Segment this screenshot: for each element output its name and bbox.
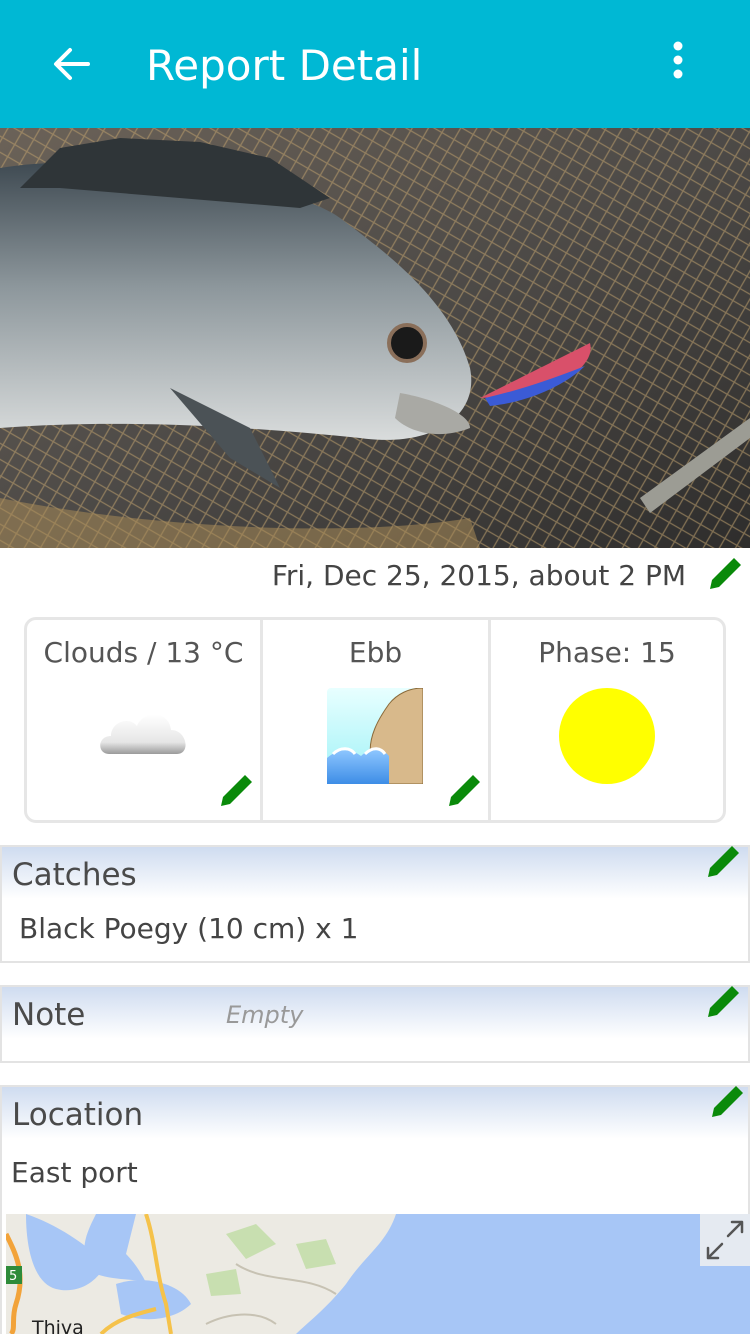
app-bar: Report Detail (0, 0, 750, 128)
arrow-left-icon (54, 48, 90, 80)
location-title: Location (12, 1097, 144, 1133)
full-moon-icon (559, 688, 655, 784)
moon-phase-label: Phase: 15 (538, 636, 676, 669)
report-date: Fri, Dec 25, 2015, about 2 PM (271, 559, 686, 592)
catches-title: Catches (12, 857, 137, 893)
edit-note-button[interactable] (704, 981, 744, 1021)
location-header: Location (2, 1086, 748, 1139)
location-name: East port (11, 1156, 138, 1189)
edit-tide-button[interactable] (445, 770, 485, 810)
cloud-icon (100, 714, 186, 754)
tide-label: Ebb (348, 636, 403, 669)
edit-location-button[interactable] (708, 1081, 748, 1121)
location-map[interactable]: 5 Thiva (6, 1214, 750, 1334)
tide-cell[interactable]: Ebb (263, 620, 491, 820)
map-city-label: Thiva (31, 1317, 84, 1334)
report-date-row: Fri, Dec 25, 2015, about 2 PM (0, 548, 750, 610)
note-header: Note Empty (2, 986, 748, 1039)
pencil-icon (708, 846, 739, 877)
pencil-icon (708, 986, 739, 1017)
pencil-icon (449, 775, 480, 806)
back-button[interactable] (48, 40, 96, 88)
map-route-label: 5 (9, 1269, 17, 1284)
note-title: Note (12, 997, 86, 1033)
overflow-menu-button[interactable] (660, 36, 696, 88)
edit-catches-button[interactable] (704, 841, 744, 881)
catches-header: Catches (2, 846, 748, 899)
weather-cell[interactable]: Clouds / 13 °C (27, 620, 263, 820)
note-placeholder[interactable]: Empty (226, 999, 303, 1031)
pencil-icon (221, 775, 252, 806)
pencil-icon (710, 558, 741, 589)
note-section: Note Empty (0, 985, 750, 1063)
edit-weather-button[interactable] (217, 770, 257, 810)
more-vert-icon (673, 41, 683, 79)
moon-cell[interactable]: Phase: 15 (491, 620, 723, 820)
expand-icon (706, 1220, 744, 1260)
catch-photo[interactable] (0, 128, 750, 548)
page-title: Report Detail (146, 41, 423, 90)
pencil-icon (712, 1086, 743, 1117)
catches-section: Catches Black Poegy (10 cm) x 1 (0, 845, 750, 963)
ebb-tide-icon (327, 688, 423, 784)
map-expand-button[interactable] (700, 1214, 750, 1266)
weather-label: Clouds / 13 °C (43, 636, 244, 669)
edit-date-button[interactable] (706, 553, 746, 593)
catch-item[interactable]: Black Poegy (10 cm) x 1 (2, 899, 748, 949)
conditions-panel: Clouds / 13 °C Ebb Phase: 15 (24, 617, 726, 823)
